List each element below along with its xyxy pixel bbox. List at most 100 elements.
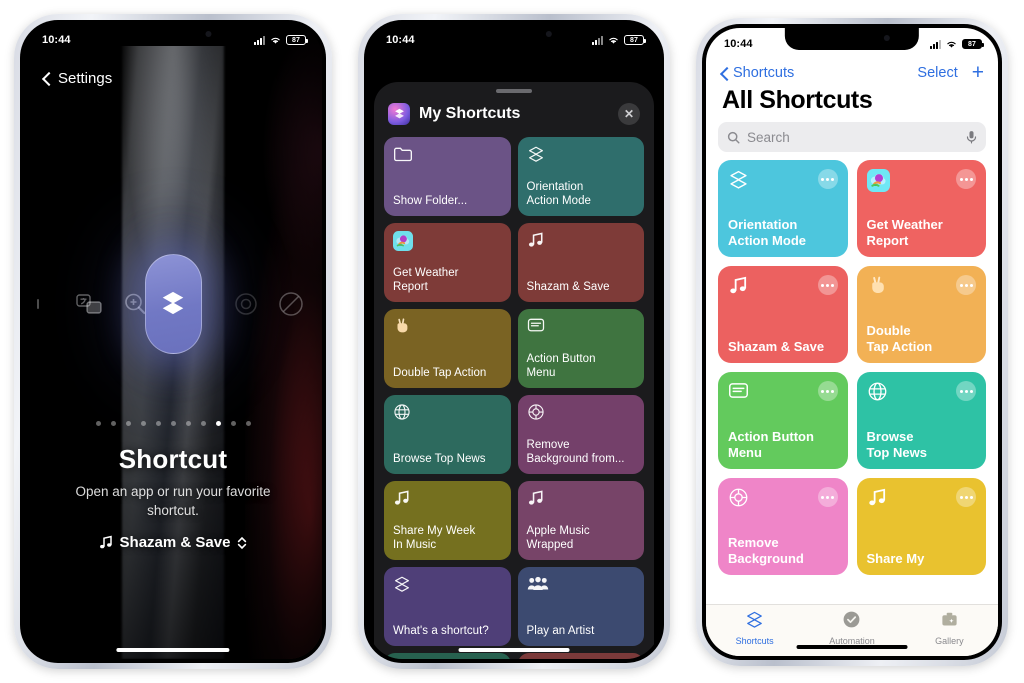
page-dot[interactable] [110, 421, 116, 426]
shortcut-tile[interactable]: Orientation Action Mode [517, 137, 644, 216]
shortcut-tile-top [728, 381, 838, 405]
up-down-chevron-icon [237, 536, 247, 550]
more-options-icon[interactable] [956, 275, 976, 295]
battery-level: 87 [630, 36, 638, 44]
sheet-header: My Shortcuts ✕ [374, 93, 654, 137]
microphone-icon[interactable] [966, 130, 977, 145]
shortcut-tile-top [867, 275, 976, 301]
back-to-shortcuts-button[interactable]: Shortcuts [720, 65, 794, 81]
selected-action-shortcut[interactable] [144, 254, 202, 354]
phone-1-bezel: 10:44 87 Settings Shortcut Open an app o… [20, 20, 326, 663]
select-button[interactable]: Select [917, 65, 957, 81]
shortcut-tile-label: Remove Background [728, 535, 804, 566]
notch [104, 24, 242, 46]
page-dot[interactable] [155, 421, 161, 426]
page-dot[interactable] [185, 421, 191, 426]
home-indicator-3 [796, 645, 908, 649]
status-time: 10:44 [386, 34, 415, 46]
more-options-icon[interactable] [817, 381, 838, 401]
shortcut-tile[interactable]: What's a shortcut? [384, 567, 511, 646]
shortcut-tiles-grid-3: Orientation Action Mode Get Weather Report S… [718, 160, 986, 604]
shortcut-tile[interactable]: Get Weather Report [856, 160, 986, 257]
shortcut-tile-label: Browse Top News [393, 452, 486, 465]
page-subtitle: Open an app or run your favorite shortcu… [75, 484, 271, 518]
navigation-bar-3: Shortcuts Select + [706, 58, 998, 88]
search-placeholder: Search [747, 129, 790, 145]
back-label: Settings [58, 70, 113, 87]
page-dot[interactable] [125, 421, 131, 426]
home-indicator-2 [458, 648, 570, 652]
shortcut-tile-top [728, 487, 838, 513]
phone-3-bezel: 10:44 87 Shortcuts Select + All Shortcut… [702, 24, 1002, 660]
more-options-icon[interactable] [956, 169, 976, 189]
music-note-icon [527, 231, 636, 251]
shortcut-tile[interactable]: Apple Music Wrapped [517, 481, 644, 560]
tab-gallery[interactable]: Gallery [901, 610, 997, 646]
status-indicators: 87 [592, 35, 646, 45]
shortcut-tile-top [867, 487, 976, 513]
shortcut-tiles-grid-2: Show Folder... Orientation Action Mode Get … [374, 137, 654, 659]
shortcuts-layers-icon [162, 291, 184, 315]
action-button-carousel[interactable] [24, 249, 322, 359]
more-options-icon[interactable] [817, 487, 838, 507]
shortcut-tile[interactable]: Get Weather Report [384, 223, 511, 302]
screenshot-root: 10:44 87 Settings Shortcut Open an app o… [0, 0, 1024, 683]
carousel-ghost-dot[interactable] [36, 297, 40, 311]
shortcut-tile[interactable]: Browse Top News [856, 372, 986, 469]
tab-automation[interactable]: Automation [804, 610, 900, 646]
wifi-icon [609, 37, 618, 44]
shortcut-tile[interactable]: Shazam & Save [517, 223, 644, 302]
more-options-icon[interactable] [956, 487, 976, 507]
shortcut-tile[interactable]: Share My [856, 478, 986, 575]
plus-icon[interactable]: + [972, 62, 984, 83]
shortcut-tile[interactable]: Action Button Menu [517, 309, 644, 388]
more-options-icon[interactable] [956, 381, 976, 401]
home-indicator-1 [116, 648, 230, 652]
layers-icon [527, 145, 636, 165]
cellular-bars-icon [254, 35, 265, 45]
more-options-icon[interactable] [817, 169, 838, 189]
page-dot[interactable] [230, 421, 236, 426]
shortcut-tile[interactable]: Remove Background from... [517, 395, 644, 474]
more-options-icon[interactable] [817, 275, 838, 295]
shortcut-tile[interactable]: Double Tap Action [856, 266, 986, 363]
page-dot[interactable] [200, 421, 206, 426]
wifi-icon [947, 41, 956, 48]
shortcut-tile[interactable]: Action Button Menu [718, 372, 848, 469]
battery-icon: 87 [962, 39, 984, 49]
status-time: 10:44 [724, 38, 753, 50]
shortcut-tile[interactable]: Shazam & Save [718, 266, 848, 363]
shortcut-tile-label: Orientation Action Mode [526, 181, 591, 207]
page-dot[interactable] [140, 421, 146, 426]
page-dot[interactable] [95, 421, 101, 426]
shortcut-tile[interactable]: Orientation Action Mode [718, 160, 848, 257]
close-icon[interactable]: ✕ [618, 103, 640, 125]
shortcut-tile-label: Show Folder... [393, 194, 468, 207]
search-field[interactable]: Search [718, 122, 986, 152]
menu-card-icon [527, 317, 636, 337]
page-dot[interactable] [245, 421, 251, 426]
shortcut-tile[interactable]: Browse Top News [384, 395, 511, 474]
camera-icon[interactable] [232, 290, 260, 318]
cellular-bars-icon [930, 39, 941, 49]
shortcut-tile[interactable]: Share My Week In Music [384, 481, 511, 560]
shortcut-tile[interactable]: Remove Background [718, 478, 848, 575]
no-action-icon[interactable] [276, 289, 306, 319]
shortcut-tile[interactable]: Show Folder... [384, 137, 511, 216]
shortcut-picker[interactable]: Shazam & Save [24, 534, 322, 551]
tab-shortcuts[interactable]: Shortcuts [706, 610, 802, 646]
shortcut-tile-label: Apple Music Wrapped [526, 525, 590, 551]
back-to-settings-button[interactable]: Settings [42, 70, 112, 87]
folder-icon [393, 145, 502, 165]
translate-icon[interactable] [76, 293, 102, 315]
carousel-page-dots[interactable] [24, 421, 322, 426]
page-dot-active[interactable] [215, 421, 221, 426]
page-dot[interactable] [170, 421, 176, 426]
shortcut-picker-value: Shazam & Save [119, 534, 231, 551]
status-time: 10:44 [42, 34, 71, 46]
phone-1-action-button-settings: 10:44 87 Settings Shortcut Open an app o… [14, 14, 332, 669]
shortcut-tile[interactable]: Double Tap Action [384, 309, 511, 388]
shortcut-tile[interactable]: Play an Artist [517, 567, 644, 646]
shortcut-tile[interactable] [517, 653, 644, 659]
shortcut-tile[interactable] [384, 653, 511, 659]
